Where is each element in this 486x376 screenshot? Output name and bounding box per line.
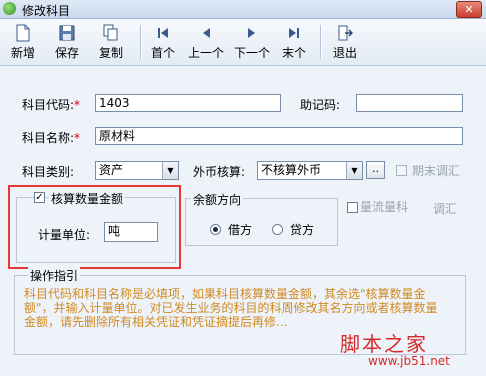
mnemonic-label: 助记码: xyxy=(300,98,341,112)
balance-direction-label: 余额方向 xyxy=(191,191,244,208)
account-code-label: 科目代码:* xyxy=(22,96,80,113)
toolbar-separator xyxy=(140,25,142,59)
operation-guide-text: 科目代码和科目名称是必填项，如果科目核算数量金额，其余选"核算数量金额"，并输入… xyxy=(24,287,438,329)
account-code-input[interactable]: 1403 xyxy=(95,94,281,112)
copy-button[interactable]: 复制 xyxy=(96,21,126,63)
foreign-currency-value: 不核算外币 xyxy=(261,163,322,177)
cash-flow-checkbox[interactable] xyxy=(347,202,358,213)
account-name-label: 科目名称:* xyxy=(22,129,80,146)
debit-radio[interactable] xyxy=(210,224,221,235)
previous-button[interactable]: 上一个 xyxy=(186,21,226,63)
save-label: 保存 xyxy=(54,46,79,60)
chevron-down-icon[interactable]: ▼ xyxy=(346,162,362,179)
period-end-checkbox[interactable] xyxy=(396,165,407,176)
save-button[interactable]: 保存 xyxy=(52,21,82,63)
exit-icon xyxy=(338,25,353,41)
account-category-label: 科目类别: xyxy=(22,165,75,179)
app-icon xyxy=(3,2,16,15)
account-code-label-text: 科目代码: xyxy=(22,98,75,112)
toolbar: 新增 保存 复制 首个 上一个 下一个 末个 退出 xyxy=(0,19,486,66)
exit-button[interactable]: 退出 xyxy=(330,21,360,63)
currency-more-button[interactable]: .. xyxy=(366,161,385,179)
last-record-icon xyxy=(289,28,299,38)
last-label: 末个 xyxy=(281,46,306,60)
first-record-icon xyxy=(158,28,168,38)
account-name-input[interactable]: 原材料 xyxy=(95,127,463,145)
account-category-value: 资产 xyxy=(99,163,124,177)
foreign-currency-label: 外币核算: xyxy=(193,165,246,179)
exit-label: 退出 xyxy=(332,46,357,60)
toolbar-separator xyxy=(320,25,322,59)
required-marker: * xyxy=(74,98,81,112)
last-button[interactable]: 末个 xyxy=(279,21,309,63)
foreign-currency-select[interactable]: 不核算外币 ▼ xyxy=(257,161,363,180)
next-button[interactable]: 下一个 xyxy=(232,21,272,63)
first-button[interactable]: 首个 xyxy=(148,21,178,63)
chevron-down-icon[interactable]: ▼ xyxy=(162,162,178,179)
account-name-label-text: 科目名称: xyxy=(22,131,75,145)
period-end-label: 期末调汇 xyxy=(412,164,461,178)
next-label: 下一个 xyxy=(233,46,270,60)
first-label: 首个 xyxy=(150,46,175,60)
operation-guide-title: 操作指引 xyxy=(28,267,81,284)
new-button[interactable]: 新增 xyxy=(8,21,38,63)
watermark-brand: 脚本之家 xyxy=(340,332,428,356)
window-title: 修改科目 xyxy=(22,4,71,18)
debit-label: 借方 xyxy=(228,223,253,237)
highlight-box xyxy=(8,185,181,269)
copy-icon xyxy=(103,24,118,41)
account-category-select[interactable]: 资产 ▼ xyxy=(95,161,179,180)
new-label: 新增 xyxy=(10,46,35,60)
mnemonic-input[interactable] xyxy=(356,94,463,112)
previous-record-icon xyxy=(203,28,210,38)
next-record-icon xyxy=(248,28,255,38)
credit-radio[interactable] xyxy=(272,224,283,235)
previous-label: 上一个 xyxy=(187,46,224,60)
copy-label: 复制 xyxy=(98,46,123,60)
required-marker: * xyxy=(74,131,81,145)
close-button[interactable]: ✕ xyxy=(456,1,482,18)
watermark-url: www.jb51.net xyxy=(368,354,450,368)
title-bar: 修改科目 ✕ xyxy=(0,0,486,19)
save-icon xyxy=(59,25,75,41)
cash-flow-label: 量流量科 xyxy=(360,200,409,214)
adjust-label: 调汇 xyxy=(433,202,458,216)
new-document-icon xyxy=(16,24,30,42)
credit-label: 贷方 xyxy=(290,223,315,237)
